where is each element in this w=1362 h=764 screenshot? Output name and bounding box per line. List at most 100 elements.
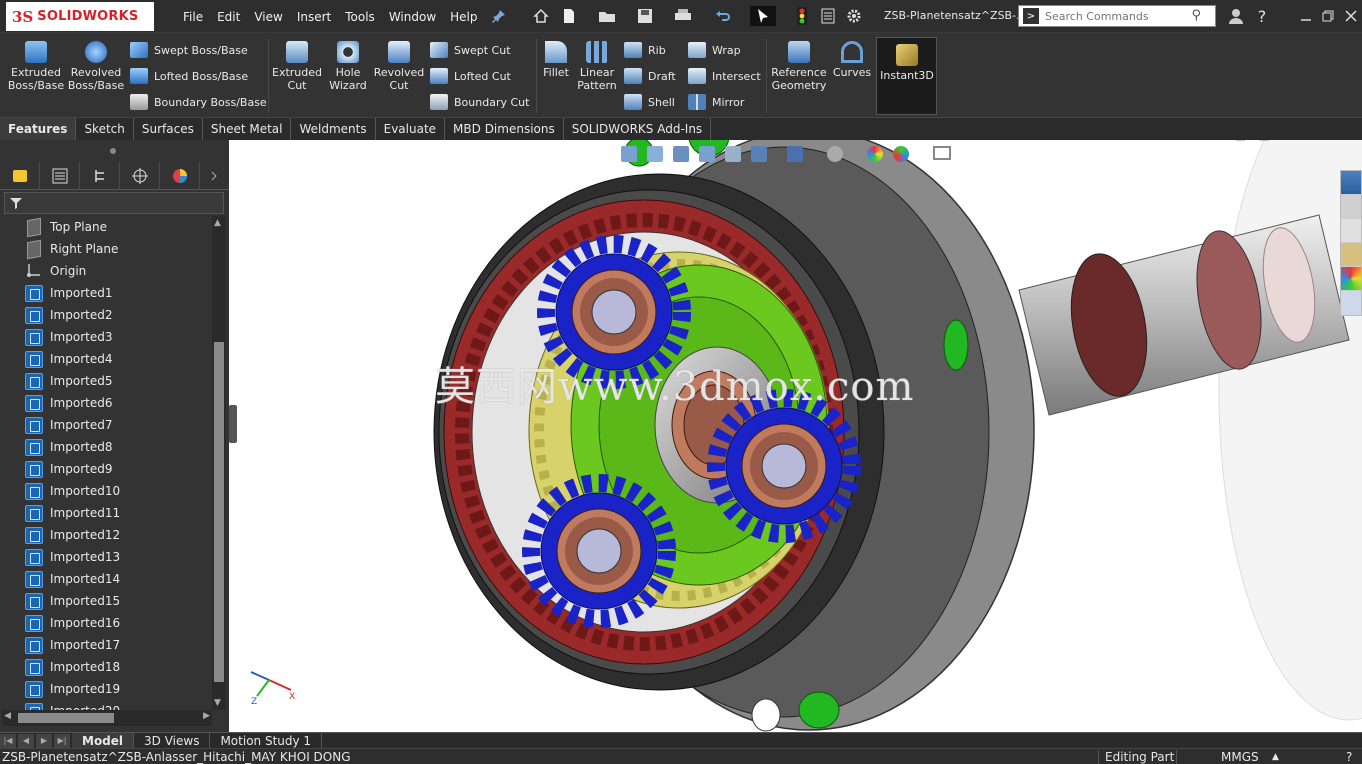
- vertical-scroll-thumb[interactable]: [214, 342, 224, 682]
- tree-filter[interactable]: [4, 192, 224, 214]
- swept-boss-button[interactable]: Swept Boss/Base: [130, 42, 248, 58]
- view-orientation-icon[interactable]: [751, 146, 767, 162]
- open-folder-icon[interactable]: [596, 6, 618, 26]
- custom-properties-icon[interactable]: [1341, 291, 1361, 315]
- print-icon[interactable]: [672, 6, 694, 26]
- lofted-boss-button[interactable]: Lofted Boss/Base: [130, 68, 248, 84]
- reference-geometry-button[interactable]: Reference Geometry: [770, 41, 828, 92]
- swept-cut-button[interactable]: Swept Cut: [430, 42, 511, 58]
- viewport-close-icon[interactable]: ✕: [1339, 140, 1349, 142]
- close-icon[interactable]: [1342, 6, 1360, 26]
- display-manager-tab-icon[interactable]: [160, 162, 200, 190]
- new-document-icon[interactable]: [558, 6, 580, 26]
- mirror-button[interactable]: Mirror: [688, 94, 744, 110]
- graphics-area[interactable]: X Z ▤ ▤ — ▭ ✕ 莫西网www.3dmox.com: [229, 140, 1362, 732]
- horizontal-scroll-thumb[interactable]: [18, 713, 114, 723]
- apply-scene-icon[interactable]: [893, 146, 909, 162]
- tree-item[interactable]: Imported1: [24, 282, 112, 304]
- menu-view[interactable]: View: [247, 10, 289, 24]
- tree-item[interactable]: Imported14: [24, 568, 120, 590]
- feature-manager-tab-icon[interactable]: [0, 162, 40, 190]
- menu-insert[interactable]: Insert: [290, 10, 338, 24]
- solidworks-logo[interactable]: 3S SOLIDWORKS: [6, 2, 154, 31]
- tree-item[interactable]: Imported5: [24, 370, 112, 392]
- previous-view-icon[interactable]: [673, 146, 689, 162]
- filter-icon[interactable]: [9, 196, 23, 210]
- tab-model[interactable]: Model: [72, 732, 135, 749]
- tree-item[interactable]: Imported10: [24, 480, 120, 502]
- menu-window[interactable]: Window: [382, 10, 443, 24]
- tree-item[interactable]: Imported17: [24, 634, 120, 656]
- restore-icon[interactable]: [1318, 6, 1338, 26]
- shell-button[interactable]: Shell: [624, 94, 675, 110]
- tree-item[interactable]: Right Plane: [24, 238, 118, 260]
- select-arrow-icon[interactable]: [750, 6, 776, 26]
- last-tab-icon[interactable]: ▶|: [54, 733, 70, 748]
- file-properties-icon[interactable]: [818, 6, 838, 26]
- tab-mbd-dimensions[interactable]: MBD Dimensions: [445, 118, 564, 140]
- tab-3d-views[interactable]: 3D Views: [134, 732, 211, 749]
- lofted-cut-button[interactable]: Lofted Cut: [430, 68, 511, 84]
- expand-chevron-icon[interactable]: [200, 162, 228, 190]
- fillet-button[interactable]: Fillet: [540, 41, 572, 79]
- tab-surfaces[interactable]: Surfaces: [134, 118, 203, 140]
- tree-item[interactable]: Imported8: [24, 436, 112, 458]
- property-manager-tab-icon[interactable]: [40, 162, 80, 190]
- extruded-boss-button[interactable]: Extruded Boss/Base: [6, 41, 66, 92]
- viewport-maximize-icon[interactable]: ▭: [1316, 140, 1327, 142]
- orientation-triad[interactable]: [250, 671, 292, 697]
- scroll-left-icon[interactable]: ◀: [4, 711, 11, 721]
- tree-item[interactable]: Imported19: [24, 678, 120, 700]
- menu-file[interactable]: File: [176, 10, 210, 24]
- tree-horizontal-scrollbar[interactable]: ◀ ▶: [2, 710, 212, 726]
- panel-splitter-handle[interactable]: [229, 405, 237, 443]
- appearances-icon[interactable]: [1341, 267, 1361, 291]
- next-tab-icon[interactable]: ▶: [36, 733, 52, 748]
- help-status-icon[interactable]: ?: [1346, 750, 1352, 764]
- boundary-boss-button[interactable]: Boundary Boss/Base: [130, 94, 267, 110]
- tree-item[interactable]: Imported12: [24, 524, 120, 546]
- dimxpert-tab-icon[interactable]: [120, 162, 160, 190]
- undo-icon[interactable]: [712, 6, 734, 26]
- rebuild-icon[interactable]: [792, 6, 812, 26]
- revolved-boss-button[interactable]: Revolved Boss/Base: [68, 41, 124, 92]
- status-unit-system[interactable]: MMGS: [1176, 750, 1259, 764]
- viewport-minimize-icon[interactable]: —: [1292, 140, 1304, 142]
- search-icon[interactable]: ⚲: [1191, 8, 1201, 23]
- tree-item[interactable]: Imported15: [24, 590, 120, 612]
- tab-sheet-metal[interactable]: Sheet Metal: [203, 118, 292, 140]
- viewport-restore-left-icon[interactable]: ▤: [1235, 140, 1246, 142]
- panel-grip[interactable]: [110, 148, 116, 154]
- scroll-right-icon[interactable]: ▶: [203, 711, 210, 721]
- revolved-cut-button[interactable]: Revolved Cut: [374, 41, 424, 92]
- tree-item[interactable]: Imported3: [24, 326, 112, 348]
- home-icon[interactable]: [530, 6, 552, 26]
- rib-button[interactable]: Rib: [624, 42, 666, 58]
- display-style-icon[interactable]: [787, 146, 803, 162]
- section-view-icon[interactable]: [699, 146, 715, 162]
- tab-motion-study-1[interactable]: Motion Study 1: [210, 732, 323, 749]
- tree-item[interactable]: Imported20: [24, 700, 120, 710]
- tab-weldments[interactable]: Weldments: [291, 118, 376, 140]
- menu-edit[interactable]: Edit: [210, 10, 247, 24]
- file-explorer-icon[interactable]: [1341, 219, 1361, 243]
- edit-appearance-icon[interactable]: [867, 146, 883, 162]
- tab-evaluate[interactable]: Evaluate: [376, 118, 446, 140]
- search-input[interactable]: [1045, 9, 1185, 23]
- hide-show-items-icon[interactable]: [827, 146, 843, 162]
- tree-item[interactable]: Imported16: [24, 612, 120, 634]
- tree-item[interactable]: Imported13: [24, 546, 120, 568]
- dynamic-annotation-icon[interactable]: [725, 146, 741, 162]
- tab-sketch[interactable]: Sketch: [76, 118, 134, 140]
- tree-item[interactable]: Imported7: [24, 414, 112, 436]
- scroll-down-icon[interactable]: ▼: [214, 698, 221, 708]
- tab-solidworks-add-ins[interactable]: SOLIDWORKS Add-Ins: [564, 118, 712, 140]
- pin-icon[interactable]: [490, 6, 508, 26]
- help-question-icon[interactable]: ?: [1252, 6, 1272, 26]
- tree-item[interactable]: Imported9: [24, 458, 112, 480]
- tree-item[interactable]: Imported11: [24, 502, 120, 524]
- first-tab-icon[interactable]: |◀: [0, 733, 16, 748]
- minimize-icon[interactable]: [1296, 6, 1316, 26]
- design-library-icon[interactable]: [1341, 195, 1361, 219]
- tree-item[interactable]: Imported18: [24, 656, 120, 678]
